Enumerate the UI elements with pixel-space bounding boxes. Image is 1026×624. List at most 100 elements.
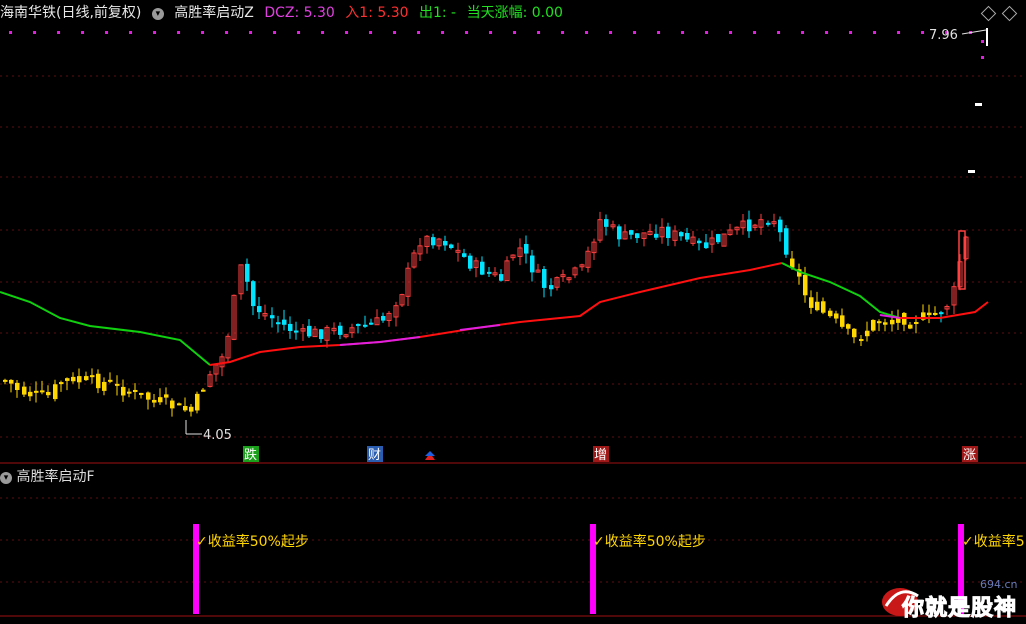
candle-body [449,244,454,249]
candle-body [288,323,293,331]
candle-body [46,391,51,396]
candle-body [784,228,789,255]
candle-body [666,226,671,239]
high-price-arrow [961,29,987,35]
watermark-logo: 694.cn 你就是股神 [876,576,1026,622]
candle-body [499,274,504,281]
candle-body [195,393,200,411]
signal-dot [849,31,852,34]
dcz-value: DCZ: 5.30 [264,5,335,21]
marker-arrow-icon [425,451,435,456]
candle-body [164,394,169,398]
candle-body [431,237,436,246]
signal-dot [321,31,324,34]
candle-body [766,222,771,225]
stock-name[interactable]: 海南华铁 [0,5,56,21]
candle-body [462,253,467,257]
signal-dot [729,31,732,34]
candle-body [152,399,157,403]
signal-dot [609,31,612,34]
sub-indicator-title[interactable]: 高胜率启动F [16,469,94,485]
candle-body [356,323,361,326]
candle-body [108,379,113,382]
candle-body [363,324,368,327]
marker-label: 涨 [963,448,976,463]
candle-body [933,312,938,315]
ma-line-green [781,262,901,319]
candle-body [59,382,64,385]
candle-body [381,316,386,321]
candle-body [201,389,206,392]
candle-body [679,232,684,237]
candle-body [121,386,126,396]
candle-body [245,263,250,282]
ma-line-magenta [459,324,501,331]
change-value: 当天涨幅: 0.00 [466,5,563,21]
low-price-label: 4.05 [203,428,232,443]
candle-body [96,373,101,389]
candle-body [177,403,182,406]
signal-dot [561,31,564,34]
candle-body [53,384,58,400]
candle-body [133,389,138,392]
candle-body [803,274,808,296]
signal-dot [249,31,252,34]
candle-body [859,339,864,342]
signal-text: ✓收益率5 [962,534,1025,550]
signal-dot [777,31,780,34]
sub-indicator-header: ▾ 高胜率启动F [0,466,95,486]
candle-body [146,392,151,400]
candle-body [84,376,89,381]
candle-body [189,406,194,412]
candle-body [127,391,132,394]
candle-body [815,301,820,311]
high-price-label: 7.96 [929,28,958,43]
signal-dot [585,31,588,34]
indicator-name[interactable]: 高胜率启动Z [174,5,254,21]
candle-body [294,330,299,333]
candle-body [654,233,659,238]
candle-body [251,281,256,307]
marker-label: 跌 [244,447,257,463]
out1-value: 出1: - [418,5,457,21]
ma-line-red [209,262,783,366]
signal-dot [129,31,132,34]
signal-text: ✓收益率50%起步 [196,534,309,550]
signal-dot [153,31,156,34]
sub-indicator-menu-icon[interactable]: ▾ [0,472,12,484]
signal-dot [981,56,984,59]
signal-dot [681,31,684,34]
candle-body [15,382,20,391]
candle-body [530,255,535,273]
signal-dot [57,31,60,34]
chart-canvas[interactable]: 7.96 4.05 跌 财 增 涨 [0,0,1026,620]
candle-body [319,329,324,340]
candle-body [102,381,107,391]
candle-body [778,219,783,233]
candle-body [747,219,752,232]
candle-body [28,391,33,397]
signal-dot [489,31,492,34]
signal-dot [177,31,180,34]
signal-dot [801,31,804,34]
signal-dot [105,31,108,34]
indicator-menu-icon[interactable]: ▾ [151,8,164,20]
ma-line-magenta [339,336,421,346]
candle-body [65,378,70,381]
signal-dot [225,31,228,34]
signal-dot [513,31,516,34]
candle-body [927,312,932,316]
signal-dot [81,31,84,34]
candle-body [914,322,919,325]
signal-dot [981,40,984,43]
marker-label: 财 [368,448,381,463]
candle-body [487,271,492,274]
candle-body [3,379,8,382]
signal-dot [33,31,36,34]
signal-dot [921,31,924,34]
signal-dot [297,31,300,34]
candle-body [877,321,882,324]
candle-body [704,242,709,249]
signal-dot [753,31,756,34]
candle-body [846,324,851,329]
